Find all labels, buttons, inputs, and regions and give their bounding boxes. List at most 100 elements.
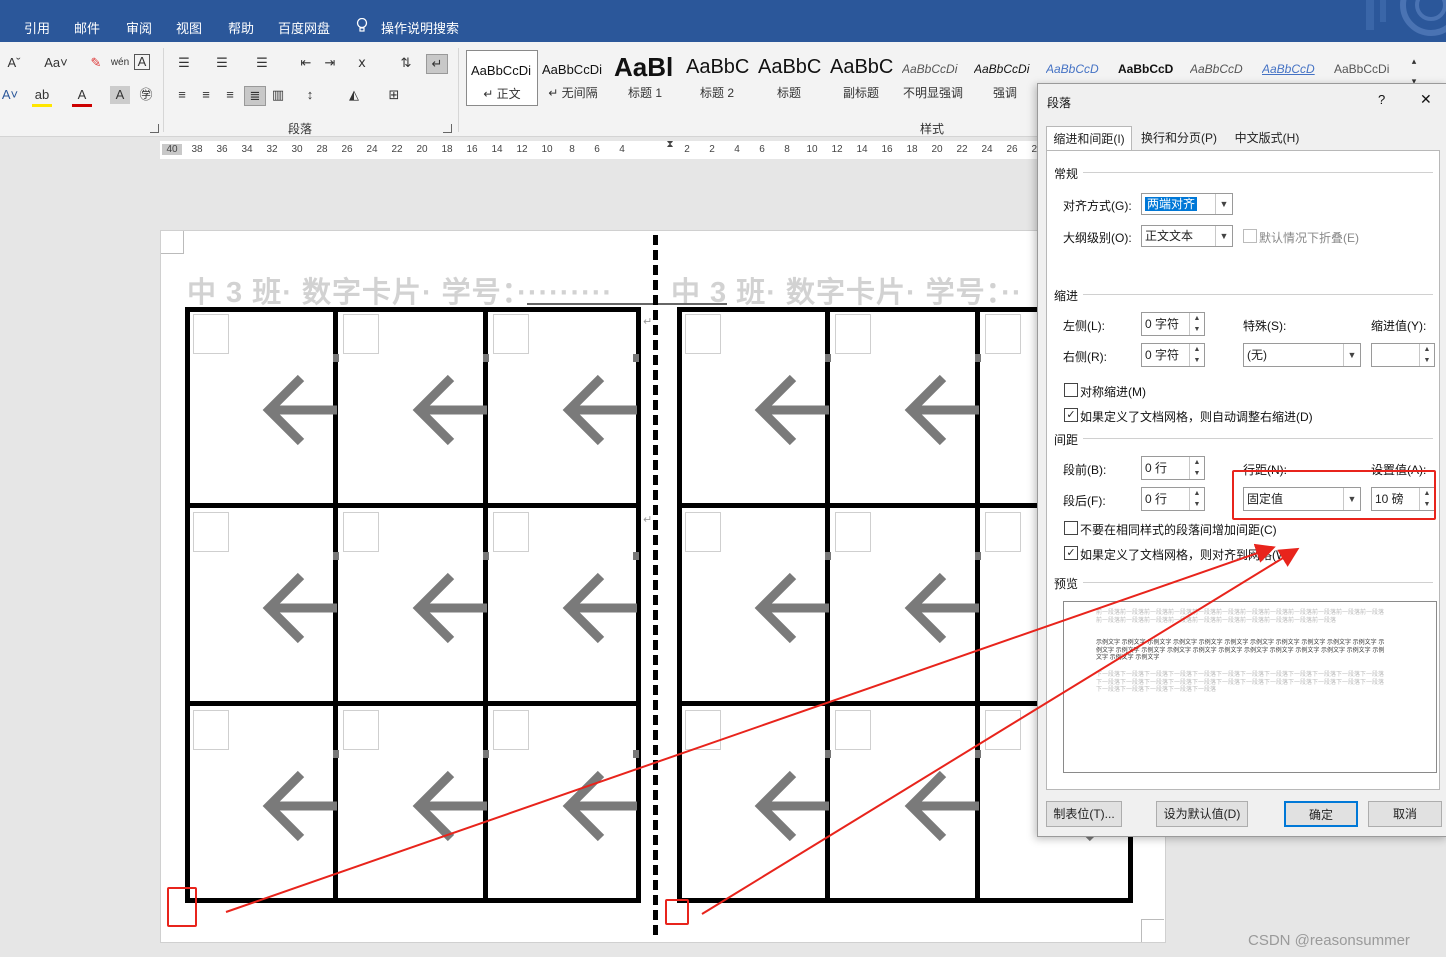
space-after-input[interactable]: 0 行 ▲ ▼ bbox=[1141, 487, 1205, 511]
style-subtle-emphasis[interactable]: AaBbCcDi 不明显强调 bbox=[898, 50, 968, 104]
close-icon[interactable]: ✕ bbox=[1420, 91, 1432, 108]
tab-references[interactable]: 引用 bbox=[24, 18, 50, 37]
ruler-tick-label: 20 bbox=[931, 144, 943, 155]
card-cell[interactable] bbox=[683, 510, 833, 705]
style-no-spacing[interactable]: AaBbCcDi ↵ 无间隔 bbox=[538, 50, 608, 104]
tab-indents-spacing[interactable]: 缩进和间距(I) bbox=[1046, 126, 1132, 151]
card-cell[interactable] bbox=[683, 708, 833, 903]
ruler-tick-label: 20 bbox=[416, 144, 428, 155]
enclose-char-icon[interactable]: ㊫ bbox=[136, 86, 156, 104]
card-cell[interactable] bbox=[683, 312, 833, 507]
style-emphasis[interactable]: AaBbCcDi 强调 bbox=[970, 50, 1040, 104]
ruler-tick-label: 40 bbox=[162, 144, 182, 155]
tab-mailings[interactable]: 邮件 bbox=[74, 18, 100, 37]
distributed-icon[interactable]: ▥ bbox=[268, 86, 288, 104]
paragraph-dialog-launcher-icon[interactable] bbox=[443, 124, 452, 133]
chevron-down-icon: ▼ bbox=[1343, 344, 1360, 366]
set-default-button[interactable]: 设为默认值(D) bbox=[1156, 801, 1248, 827]
horizontal-ruler[interactable]: 40 38 36 34 32 30 28 26 24 22 20 18 16 14 12 10 8 6 4 2 2 4 6 8… bbox=[160, 139, 1043, 159]
card-cell[interactable] bbox=[191, 510, 341, 705]
font-dialog-launcher-icon[interactable] bbox=[150, 124, 159, 133]
tab-review[interactable]: 审阅 bbox=[126, 18, 152, 37]
snap-to-grid-checkbox[interactable]: ✓ bbox=[1064, 546, 1078, 560]
cell-placeholder-box bbox=[685, 314, 721, 354]
no-space-same-style-checkbox[interactable] bbox=[1064, 521, 1078, 535]
line-spacing-icon[interactable]: ↕ bbox=[300, 86, 320, 104]
phonetic-guide-icon[interactable]: wén bbox=[110, 54, 130, 72]
card-cell[interactable] bbox=[341, 708, 491, 903]
arrow-left-icon bbox=[262, 770, 337, 842]
shading-icon[interactable]: ◭ bbox=[344, 86, 364, 104]
indent-left-input[interactable]: 0 字符 ▲ ▼ bbox=[1141, 312, 1205, 336]
show-marks-icon[interactable]: ↵ bbox=[426, 54, 448, 74]
cell-end-mark bbox=[975, 354, 981, 362]
indent-marker-icon[interactable]: ⧗ bbox=[660, 139, 680, 150]
change-case-icon[interactable]: Aa˅ bbox=[40, 54, 72, 72]
multilevel-list-icon[interactable]: ☰ bbox=[252, 54, 272, 72]
help-icon[interactable]: ? bbox=[1378, 92, 1385, 107]
style-heading-2[interactable]: AaBbC 标题 2 bbox=[682, 50, 752, 104]
highlight-icon[interactable]: ab bbox=[32, 86, 52, 107]
ok-button[interactable]: 确定 bbox=[1284, 801, 1358, 827]
alignment-select[interactable]: 两端对齐 ▼ bbox=[1141, 193, 1233, 215]
annotation-box-left bbox=[167, 887, 197, 927]
card-cell[interactable] bbox=[491, 510, 641, 705]
bullets-icon[interactable]: ☰ bbox=[174, 54, 194, 72]
clear-format-icon[interactable]: ✎ bbox=[86, 54, 106, 72]
indent-right-input[interactable]: 0 字符 ▲ ▼ bbox=[1141, 343, 1205, 367]
mirror-indent-checkbox[interactable] bbox=[1064, 383, 1078, 397]
card-cell[interactable] bbox=[833, 510, 983, 705]
ruler-tick-label: 28 bbox=[316, 144, 328, 155]
align-left-icon[interactable]: ≡ bbox=[172, 86, 192, 104]
numbering-icon[interactable]: ☰ bbox=[212, 54, 232, 72]
card-cell[interactable] bbox=[191, 312, 341, 507]
style-title[interactable]: AaBbC 标题 bbox=[754, 50, 824, 104]
tab-asian-typography[interactable]: 中文版式(H) bbox=[1228, 126, 1306, 150]
tab-help[interactable]: 帮助 bbox=[228, 18, 254, 37]
chinese-layout-icon[interactable]: ⅹ bbox=[352, 54, 372, 72]
cancel-button[interactable]: 取消 bbox=[1368, 801, 1442, 827]
auto-adjust-checkbox[interactable]: ✓ bbox=[1064, 408, 1078, 422]
decrease-indent-icon[interactable]: ⇤ bbox=[296, 54, 316, 72]
tab-line-page-breaks[interactable]: 换行和分页(P) bbox=[1136, 126, 1222, 150]
align-center-icon[interactable]: ≡ bbox=[196, 86, 216, 104]
tab-view[interactable]: 视图 bbox=[176, 18, 202, 37]
card-cell[interactable] bbox=[833, 708, 983, 903]
justify-icon[interactable]: ≣ bbox=[244, 86, 266, 106]
align-right-icon[interactable]: ≡ bbox=[220, 86, 240, 104]
card-cell[interactable] bbox=[341, 312, 491, 507]
text-effect-icon[interactable]: A˅ bbox=[0, 86, 20, 104]
cell-end-mark bbox=[483, 750, 489, 758]
tab-baidu-netdisk[interactable]: 百度网盘 bbox=[278, 18, 330, 37]
space-before-input[interactable]: 0 行 ▲ ▼ bbox=[1141, 456, 1205, 480]
preview-next-text: 下一段落下一段落下一段落下一段落下一段落下一段落下一段落下一段落下一段落下一段落… bbox=[1096, 672, 1385, 693]
gallery-scroll-up-icon[interactable]: ▴ bbox=[1404, 52, 1424, 70]
borders-icon[interactable]: ⊞ bbox=[384, 86, 404, 104]
auto-adjust-label: 如果定义了文档网格，则自动调整右缩进(D) bbox=[1080, 410, 1313, 424]
ruler-tick-label: 38 bbox=[191, 144, 203, 155]
style-heading-1[interactable]: AaBl 标题 1 bbox=[610, 50, 680, 104]
sort-icon[interactable]: ⇅ bbox=[396, 54, 416, 72]
card-cell[interactable] bbox=[191, 708, 341, 903]
arrow-left-icon bbox=[904, 374, 979, 446]
card-cell[interactable] bbox=[341, 510, 491, 705]
indent-by-input[interactable]: ▲ ▼ bbox=[1371, 343, 1435, 367]
collapse-checkbox[interactable] bbox=[1243, 229, 1257, 243]
tell-me-search[interactable]: 操作说明搜索 bbox=[381, 18, 459, 37]
increase-indent-icon[interactable]: ⇥ bbox=[320, 54, 340, 72]
ruler-tick-label: 12 bbox=[831, 144, 843, 155]
special-select[interactable]: (无) ▼ bbox=[1243, 343, 1361, 367]
card-cell[interactable] bbox=[833, 312, 983, 507]
card-cell[interactable] bbox=[491, 708, 641, 903]
char-shading-icon[interactable]: A bbox=[110, 86, 130, 104]
outline-level-select[interactable]: 正文文本 ▼ bbox=[1141, 225, 1233, 247]
card-cell[interactable] bbox=[491, 312, 641, 507]
style-subtitle[interactable]: AaBbC 副标题 bbox=[826, 50, 896, 104]
shrink-font-icon[interactable]: Aˇ bbox=[4, 54, 24, 72]
document-page[interactable]: 中 3 班· 数字卡片· 学号：········· 中 3 班· 数字卡片· 学… bbox=[160, 230, 1166, 943]
tab-panel: 常规 对齐方式(G): 两端对齐 ▼ 大纲级别(O): 正文文本 ▼ 默认情况下折叠… bbox=[1046, 150, 1440, 790]
style-normal[interactable]: AaBbCcDi ↵ 正文 bbox=[466, 50, 538, 106]
tabs-button[interactable]: 制表位(T)... bbox=[1046, 801, 1122, 827]
font-color-icon[interactable]: A bbox=[72, 86, 92, 107]
char-border-icon[interactable]: A bbox=[134, 54, 150, 70]
